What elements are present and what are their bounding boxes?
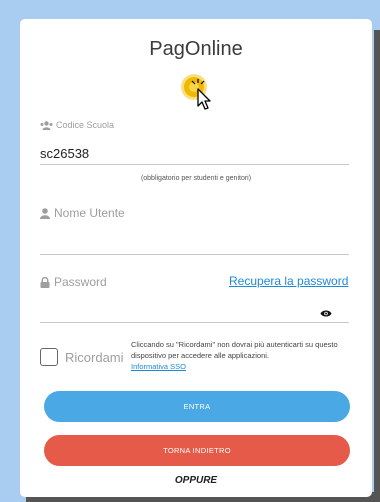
page-title: PagOnline <box>149 38 243 60</box>
back-button[interactable]: TORNA INDIETRO <box>44 435 350 466</box>
sso-info-link[interactable]: Informativa SSO <box>131 362 186 371</box>
remember-checkbox[interactable] <box>40 348 58 366</box>
window-shadow-right <box>374 30 380 500</box>
users-icon <box>40 120 53 130</box>
show-password-toggle[interactable] <box>320 305 332 323</box>
school-code-label: Codice Scuola <box>56 120 115 130</box>
user-icon <box>40 207 50 219</box>
login-card: PagOnline Codice Scuola sc26538 (obbliga… <box>20 19 372 497</box>
lock-icon <box>40 276 50 288</box>
school-code-label-row: Codice Scuola <box>40 120 114 130</box>
school-code-hint: (obbligatorio per studenti e genitori) <box>140 175 252 182</box>
password-input[interactable] <box>40 301 320 319</box>
logo-with-cursor <box>178 71 218 115</box>
password-underline <box>40 322 349 323</box>
username-input[interactable] <box>40 233 349 251</box>
oppure-divider: OPPURE <box>174 475 218 486</box>
school-code-underline <box>40 164 349 165</box>
school-code-input[interactable]: sc26538 <box>40 146 89 161</box>
username-label: Nome Utente <box>54 206 125 220</box>
username-underline <box>40 254 349 255</box>
password-label: Password <box>54 275 107 289</box>
password-label-row: Password <box>40 275 107 289</box>
app-logo-icon <box>181 74 211 110</box>
recover-password-link[interactable]: Recupera la password <box>229 274 348 288</box>
remember-description-block: Cliccando su "Ricordami" non dovrai più … <box>131 339 351 372</box>
username-label-row: Nome Utente <box>40 206 125 220</box>
remember-description: Cliccando su "Ricordami" non dovrai più … <box>131 340 338 360</box>
eye-icon <box>320 310 332 317</box>
login-button[interactable]: ENTRA <box>44 391 350 422</box>
remember-label[interactable]: Ricordami <box>65 350 124 365</box>
